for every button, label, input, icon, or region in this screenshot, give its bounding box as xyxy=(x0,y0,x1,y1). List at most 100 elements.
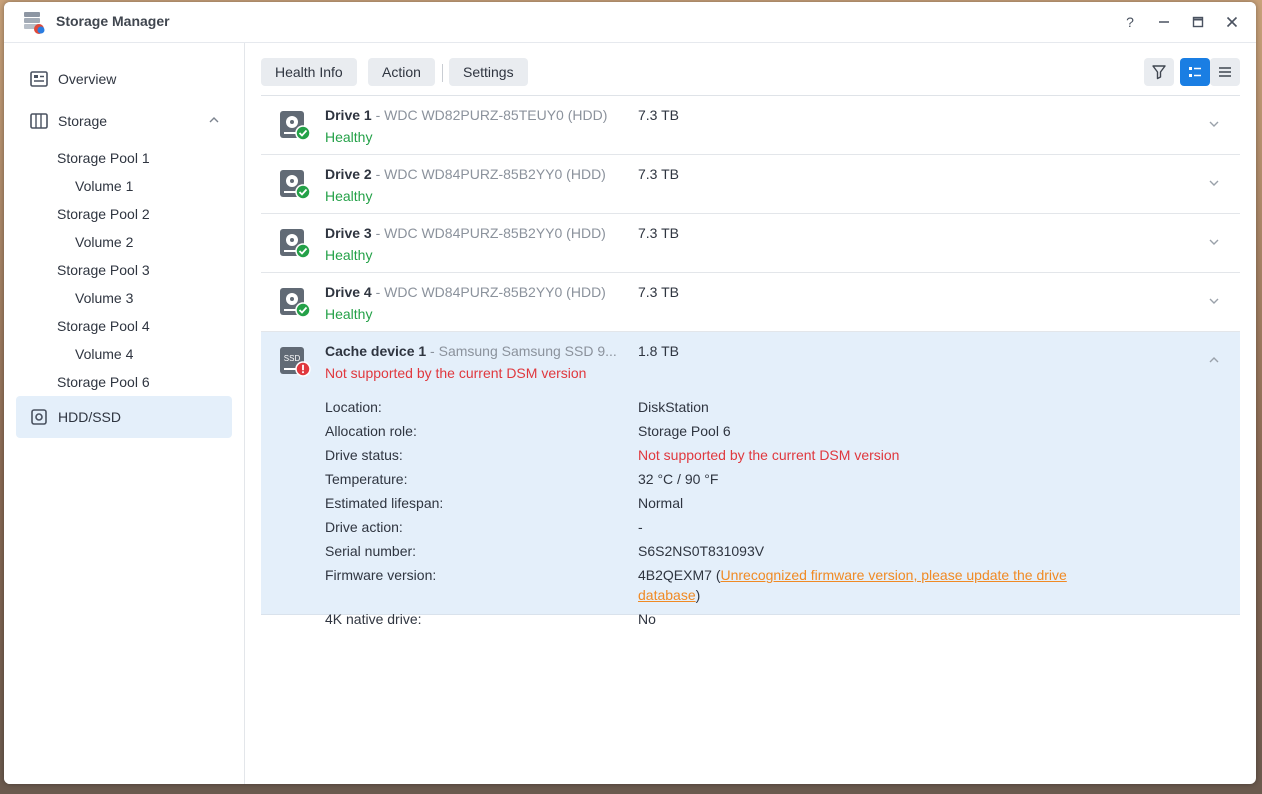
drive-list: Drive 1 - WDC WD82PURZ-85TEUY0 (HDD) 7.3… xyxy=(261,95,1240,627)
cache-details: Location: DiskStation Allocation role: S… xyxy=(325,397,1145,633)
window-title: Storage Manager xyxy=(56,13,170,29)
detail-label: 4K native drive: xyxy=(325,611,422,627)
detail-serial-number: Serial number: S6S2NS0T831093V xyxy=(325,541,1145,565)
detail-drive-action: Drive action: - xyxy=(325,517,1145,541)
main-panel: Health Info Action Settings Drive 1 - WD… xyxy=(245,43,1256,784)
drive-title: Drive 4 - WDC WD84PURZ-85B2YY0 (HDD) xyxy=(325,284,606,300)
sidebar-item-volume-1[interactable]: Volume 1 xyxy=(75,176,133,196)
detail-label: Drive action: xyxy=(325,519,403,535)
list-view-icon xyxy=(1219,67,1231,77)
settings-button[interactable]: Settings xyxy=(449,58,528,86)
drive-row-3[interactable]: Drive 3 - WDC WD84PURZ-85B2YY0 (HDD) 7.3… xyxy=(261,214,1240,273)
hdd-icon xyxy=(30,408,48,426)
drive-status: Healthy xyxy=(325,247,373,263)
hdd-healthy-icon xyxy=(280,288,311,318)
drive-status: Healthy xyxy=(325,129,373,145)
sidebar-item-storage-pool-4[interactable]: Storage Pool 4 xyxy=(57,316,150,336)
sidebar-item-storage[interactable]: Storage xyxy=(16,101,232,141)
drive-status: Healthy xyxy=(325,306,373,322)
chevron-down-icon[interactable] xyxy=(1208,177,1220,189)
close-icon xyxy=(1226,16,1238,28)
hdd-healthy-icon xyxy=(280,111,311,141)
drive-row-4[interactable]: Drive 4 - WDC WD84PURZ-85B2YY0 (HDD) 7.3… xyxy=(261,273,1240,332)
detail-value: Not supported by the current DSM version xyxy=(638,447,900,463)
drive-title: Drive 1 - WDC WD82PURZ-85TEUY0 (HDD) xyxy=(325,107,608,123)
detail-lifespan: Estimated lifespan: Normal xyxy=(325,493,1145,517)
detail-label: Drive status: xyxy=(325,447,403,463)
sidebar-item-storage-pool-2[interactable]: Storage Pool 2 xyxy=(57,204,150,224)
detail-value: - xyxy=(638,519,643,535)
drive-title: Drive 2 - WDC WD84PURZ-85B2YY0 (HDD) xyxy=(325,166,606,182)
minimize-button[interactable] xyxy=(1152,10,1176,34)
close-button[interactable] xyxy=(1220,10,1244,34)
detail-drive-status: Drive status: Not supported by the curre… xyxy=(325,445,1145,469)
drive-row-2[interactable]: Drive 2 - WDC WD84PURZ-85B2YY0 (HDD) 7.3… xyxy=(261,155,1240,214)
sidebar: Overview Storage Storage Pool 1 Volume 1… xyxy=(4,43,245,784)
filter-icon xyxy=(1152,65,1166,80)
drive-title: Drive 3 - WDC WD84PURZ-85B2YY0 (HDD) xyxy=(325,225,606,241)
drive-size: 7.3 TB xyxy=(638,284,679,300)
detail-allocation-role: Allocation role: Storage Pool 6 xyxy=(325,421,1145,445)
sidebar-item-volume-4[interactable]: Volume 4 xyxy=(75,344,133,364)
detail-label: Estimated lifespan: xyxy=(325,495,444,511)
sidebar-item-volume-2[interactable]: Volume 2 xyxy=(75,232,133,252)
sidebar-item-overview[interactable]: Overview xyxy=(16,59,232,99)
detail-view-icon xyxy=(1189,67,1201,77)
maximize-icon xyxy=(1192,16,1204,28)
cache-device-row[interactable]: SSD Cache device 1 - Samsung Samsung SSD… xyxy=(261,332,1240,627)
cache-status: Not supported by the current DSM version xyxy=(325,365,587,381)
detail-label: Serial number: xyxy=(325,543,417,559)
drive-row-1[interactable]: Drive 1 - WDC WD82PURZ-85TEUY0 (HDD) 7.3… xyxy=(261,96,1240,155)
sidebar-item-storage-pool-3[interactable]: Storage Pool 3 xyxy=(57,260,150,280)
drive-size: 7.3 TB xyxy=(638,225,679,241)
sidebar-item-storage-pool-6[interactable]: Storage Pool 6 xyxy=(57,372,150,392)
detail-value: 32 °C / 90 °F xyxy=(638,471,719,487)
detail-value: 4B2QEXM7 (Unrecognized firmware version,… xyxy=(638,567,1067,603)
ssd-error-icon: SSD xyxy=(280,347,311,377)
sidebar-item-storage-pool-1[interactable]: Storage Pool 1 xyxy=(57,148,150,168)
sidebar-item-label: Storage xyxy=(58,113,108,129)
hdd-healthy-icon xyxy=(280,229,311,259)
chevron-down-icon[interactable] xyxy=(1208,118,1220,130)
filter-button[interactable] xyxy=(1144,58,1174,86)
detail-label: Allocation role: xyxy=(325,423,417,439)
chevron-up-icon[interactable] xyxy=(1208,354,1220,366)
detail-value: Storage Pool 6 xyxy=(638,423,731,439)
cache-title: Cache device 1 - Samsung Samsung SSD 9..… xyxy=(325,343,617,359)
help-button[interactable]: ? xyxy=(1118,10,1142,34)
detail-view-button[interactable] xyxy=(1180,58,1210,86)
sidebar-item-label: HDD/SSD xyxy=(58,409,122,425)
storage-manager-app-icon xyxy=(24,12,45,34)
sidebar-item-volume-3[interactable]: Volume 3 xyxy=(75,288,133,308)
toolbar: Health Info Action Settings xyxy=(261,58,1240,88)
list-view-button[interactable] xyxy=(1210,58,1240,86)
detail-label: Temperature: xyxy=(325,471,408,487)
detail-value: DiskStation xyxy=(638,399,709,415)
svg-text:SSD: SSD xyxy=(284,354,301,363)
chevron-up-icon[interactable] xyxy=(208,114,220,126)
health-info-button[interactable]: Health Info xyxy=(261,58,357,86)
title-bar: Storage Manager ? xyxy=(4,2,1256,43)
detail-label: Location: xyxy=(325,399,382,415)
cache-size: 1.8 TB xyxy=(638,343,679,359)
storage-icon xyxy=(30,112,48,130)
hdd-healthy-icon xyxy=(280,170,311,200)
maximize-button[interactable] xyxy=(1186,10,1210,34)
toolbar-divider xyxy=(442,64,443,82)
detail-value: Normal xyxy=(638,495,684,511)
sidebar-item-label: Overview xyxy=(58,71,117,87)
detail-label: Firmware version: xyxy=(325,567,437,583)
minimize-icon xyxy=(1159,21,1169,23)
overview-icon xyxy=(30,70,48,88)
detail-value: S6S2NS0T831093V xyxy=(638,543,765,559)
detail-location: Location: DiskStation xyxy=(325,397,1145,421)
detail-4k-native: 4K native drive: No xyxy=(325,609,1145,633)
chevron-down-icon[interactable] xyxy=(1208,236,1220,248)
sidebar-item-hdd-ssd[interactable]: HDD/SSD xyxy=(16,396,232,438)
detail-temperature: Temperature: 32 °C / 90 °F xyxy=(325,469,1145,493)
chevron-down-icon[interactable] xyxy=(1208,295,1220,307)
action-button[interactable]: Action xyxy=(368,58,435,86)
drive-size: 7.3 TB xyxy=(638,107,679,123)
storage-manager-window: Storage Manager ? Overview Storage Stora… xyxy=(4,2,1256,784)
drive-status: Healthy xyxy=(325,188,373,204)
